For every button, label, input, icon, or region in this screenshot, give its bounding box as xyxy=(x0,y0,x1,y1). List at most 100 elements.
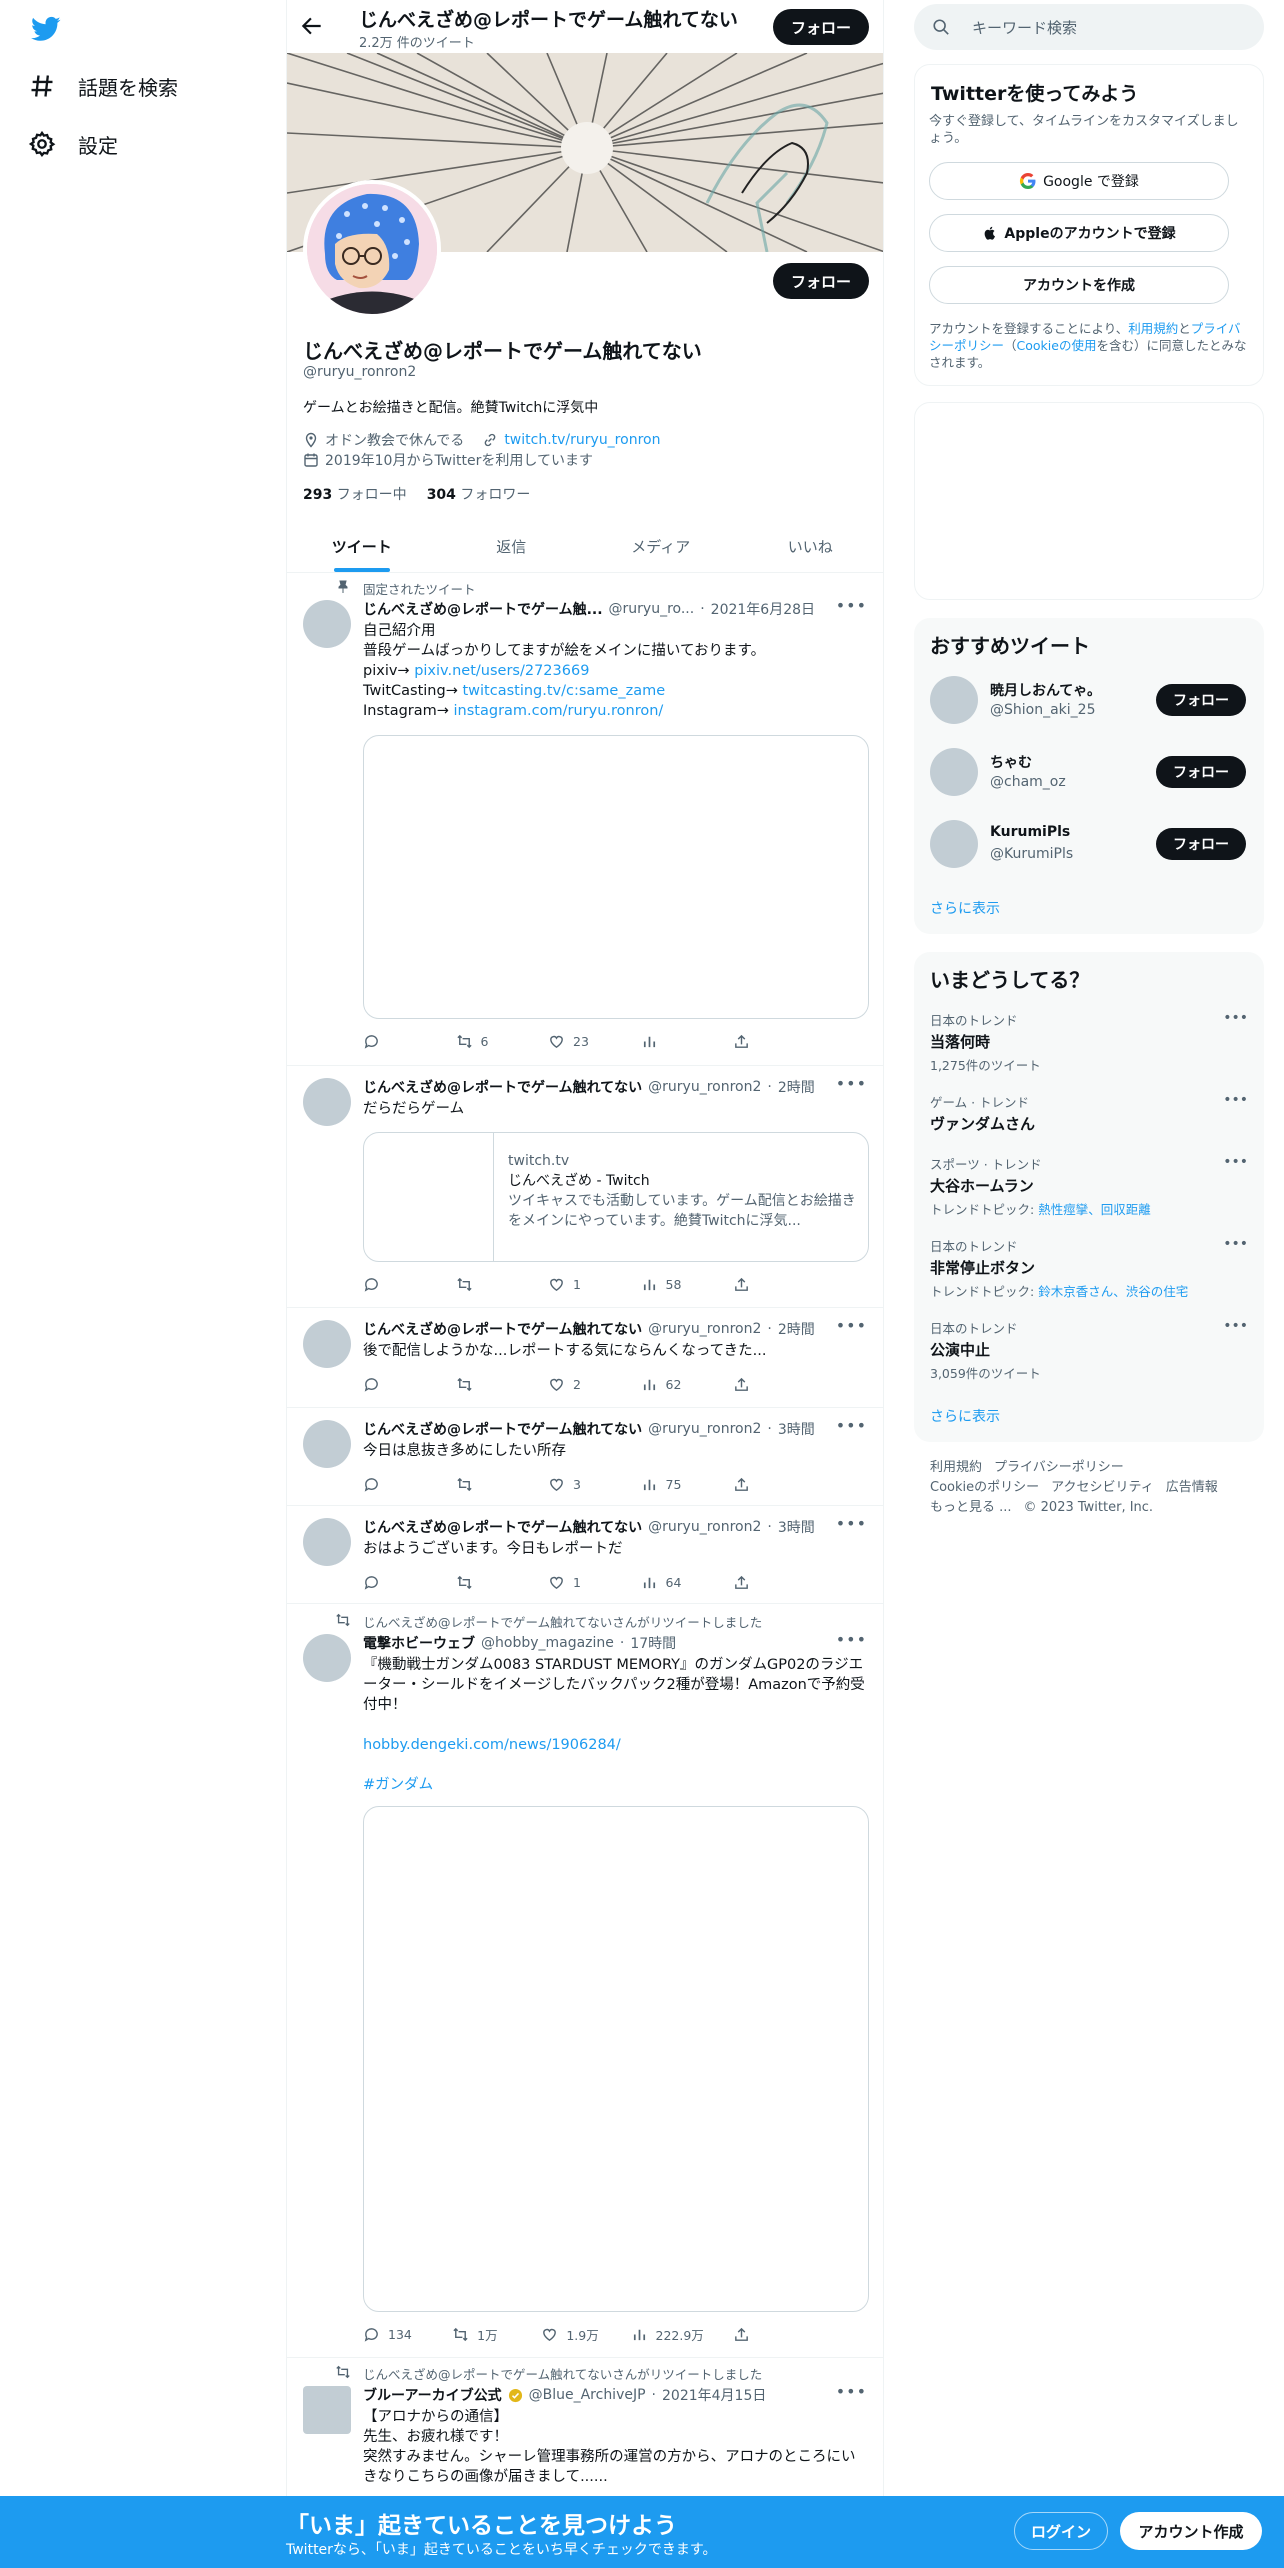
tweet-author-name[interactable]: じんべえざめ@レポートでゲーム触れてない xyxy=(363,1077,642,1097)
retweet-button[interactable]: 6 xyxy=(456,1031,516,1051)
footer-terms[interactable]: 利用規約 xyxy=(930,1460,982,1475)
tweet-author-handle[interactable]: @ruryu_ronron2 xyxy=(648,1421,761,1437)
tweet-time[interactable]: 2021年4月15日 xyxy=(662,2385,766,2405)
trend-item[interactable]: ゲーム · トレンド ヴァンダムさん ••• xyxy=(930,1092,1248,1134)
google-signup-button[interactable]: Google で登録 xyxy=(929,162,1229,200)
link-card[interactable]: twitch.tv じんべえざめ - Twitch ツイキャスでも活動しています… xyxy=(363,1132,869,1262)
retweet-button[interactable] xyxy=(456,1274,516,1294)
share-button[interactable] xyxy=(733,1572,793,1592)
tweet-author-handle[interactable]: @hobby_magazine xyxy=(481,1635,614,1651)
profile-follow-button[interactable]: フォロー xyxy=(773,263,869,299)
reply-button[interactable] xyxy=(363,1474,423,1494)
share-button[interactable] xyxy=(733,1374,793,1394)
retweet-button[interactable] xyxy=(456,1374,516,1394)
tweet-media[interactable] xyxy=(363,1806,869,2312)
tweet-time[interactable]: 3時間 xyxy=(778,1517,815,1537)
views-button[interactable]: 75 xyxy=(641,1474,701,1494)
follow-button[interactable]: フォロー xyxy=(1156,828,1246,860)
tweet-author-name[interactable]: じんべえざめ@レポートでゲーム触れてない xyxy=(363,1419,642,1439)
twitcasting-link[interactable]: twitcasting.tv/c:same_zame xyxy=(462,683,665,699)
reply-button[interactable]: 134 xyxy=(363,2324,423,2344)
follow-button[interactable]: フォロー xyxy=(1156,684,1246,716)
trend-topics-links[interactable]: 鈴木京香さん、渋谷の住宅 xyxy=(1038,1284,1188,1299)
follow-button[interactable]: フォロー xyxy=(1156,756,1246,788)
tweet[interactable]: じんべえざめ@レポートでゲーム触れてない @ruryu_ronron2 · 3時… xyxy=(287,1506,883,1604)
trend-item[interactable]: 日本のトレンド 当落何時 1,275件のツイート ••• xyxy=(930,1010,1248,1074)
recommended-show-more[interactable]: さらに表示 xyxy=(930,898,1000,918)
share-button[interactable] xyxy=(733,1031,793,1051)
tweet-time[interactable]: 2時間 xyxy=(778,1319,815,1339)
like-button[interactable]: 3 xyxy=(548,1474,608,1494)
avatar[interactable] xyxy=(930,748,978,796)
views-button[interactable]: 222.9万 xyxy=(631,2324,704,2344)
like-button[interactable]: 1 xyxy=(548,1274,608,1294)
reply-button[interactable] xyxy=(363,1374,423,1394)
create-account-button[interactable]: アカウントを作成 xyxy=(929,266,1229,304)
pixiv-link[interactable]: pixiv.net/users/2723669 xyxy=(414,663,589,679)
signup-button[interactable]: アカウント作成 xyxy=(1120,2512,1262,2550)
tab-tweets[interactable]: ツイート xyxy=(287,520,437,572)
views-button[interactable]: 58 xyxy=(641,1274,701,1294)
tweet-author-name[interactable]: 電撃ホビーウェブ xyxy=(363,1633,475,1653)
recommended-user[interactable]: 暁月しおんてゃ。 @Shion_aki_25 フォロー xyxy=(930,676,1248,726)
followers-link[interactable]: 304 フォロワー xyxy=(427,484,531,504)
profile-website-link[interactable]: twitch.tv/ruryu_ronron xyxy=(504,432,660,448)
more-options-icon[interactable]: ••• xyxy=(836,1074,867,1093)
more-options-icon[interactable]: ••• xyxy=(836,1514,867,1533)
cookie-link[interactable]: Cookieの使用 xyxy=(1017,338,1097,353)
terms-link[interactable]: 利用規約 xyxy=(1128,321,1178,336)
tweet-time[interactable]: 17時間 xyxy=(630,1633,676,1653)
reply-button[interactable] xyxy=(363,1031,423,1051)
recommended-user[interactable]: ちゃむ @cham_oz フォロー xyxy=(930,748,1248,798)
more-options-icon[interactable]: ••• xyxy=(836,2382,867,2401)
share-button[interactable] xyxy=(733,1274,793,1294)
footer-accessibility[interactable]: アクセシビリティ xyxy=(1051,1480,1154,1495)
tab-likes[interactable]: いいね xyxy=(736,520,884,572)
trend-topics-links[interactable]: 熱性痙攣、回収距離 xyxy=(1038,1202,1151,1217)
instagram-link[interactable]: instagram.com/ruryu.ronron/ xyxy=(454,703,664,719)
tweet[interactable]: じんべえざめ@レポートでゲーム触れてない @ruryu_ronron2 · 2時… xyxy=(287,1066,883,1308)
more-options-icon[interactable]: ••• xyxy=(836,1316,867,1335)
like-button[interactable]: 1 xyxy=(548,1572,608,1592)
tab-media[interactable]: メディア xyxy=(586,520,736,572)
more-options-icon[interactable]: ••• xyxy=(836,1630,867,1649)
tweet-avatar[interactable] xyxy=(303,1518,351,1566)
tweet-author-handle[interactable]: @Blue_ArchiveJP xyxy=(529,2387,646,2403)
tweet-author-handle[interactable]: @ruryu_ronron2 xyxy=(648,1321,761,1337)
tweet-author-name[interactable]: じんべえざめ@レポートでゲーム触... xyxy=(363,599,603,619)
apple-signup-button[interactable]: Appleのアカウントで登録 xyxy=(929,214,1229,252)
tab-replies[interactable]: 返信 xyxy=(437,520,587,572)
tweet-avatar[interactable] xyxy=(303,1078,351,1126)
footer-ads[interactable]: 広告情報 xyxy=(1166,1480,1218,1495)
tweet-time[interactable]: 2021年6月28日 xyxy=(711,599,815,619)
more-options-icon[interactable]: ••• xyxy=(836,1416,867,1435)
tweet-avatar[interactable] xyxy=(303,1634,351,1682)
tweet-avatar[interactable] xyxy=(303,2386,351,2434)
tweet-media[interactable] xyxy=(363,735,869,1019)
like-button[interactable]: 23 xyxy=(548,1031,608,1051)
tweet-time[interactable]: 3時間 xyxy=(778,1419,815,1439)
like-button[interactable]: 2 xyxy=(548,1374,608,1394)
more-options-icon[interactable]: ••• xyxy=(1223,1236,1248,1252)
retweet-button[interactable]: 1万 xyxy=(452,2324,512,2344)
profile-avatar[interactable] xyxy=(303,180,441,318)
recommended-user[interactable]: KurumiPls @KurumiPls フォロー xyxy=(930,820,1248,870)
more-options-icon[interactable]: ••• xyxy=(1223,1154,1248,1170)
tweet-author-name[interactable]: じんべえざめ@レポートでゲーム触れてない xyxy=(363,1517,642,1537)
footer-privacy[interactable]: プライバシーポリシー xyxy=(994,1460,1124,1475)
like-button[interactable]: 1.9万 xyxy=(541,2324,601,2344)
footer-more[interactable]: もっと見る ... xyxy=(930,1500,1012,1515)
nav-settings[interactable]: 設定 xyxy=(28,124,118,164)
avatar[interactable] xyxy=(930,820,978,868)
views-button[interactable]: 62 xyxy=(641,1374,701,1394)
tweet-avatar[interactable] xyxy=(303,1420,351,1468)
login-button[interactable]: ログイン xyxy=(1014,2512,1108,2550)
more-options-icon[interactable]: ••• xyxy=(836,596,867,615)
retweet-button[interactable] xyxy=(456,1572,516,1592)
tweet-author-name[interactable]: じんべえざめ@レポートでゲーム触れてない xyxy=(363,1319,642,1339)
tweet-avatar[interactable] xyxy=(303,1320,351,1368)
hashtag-link[interactable]: #ガンダム xyxy=(363,1777,433,1793)
nav-explore[interactable]: 話題を検索 xyxy=(28,66,178,106)
reply-button[interactable] xyxy=(363,1274,423,1294)
views-button[interactable]: 64 xyxy=(641,1572,701,1592)
